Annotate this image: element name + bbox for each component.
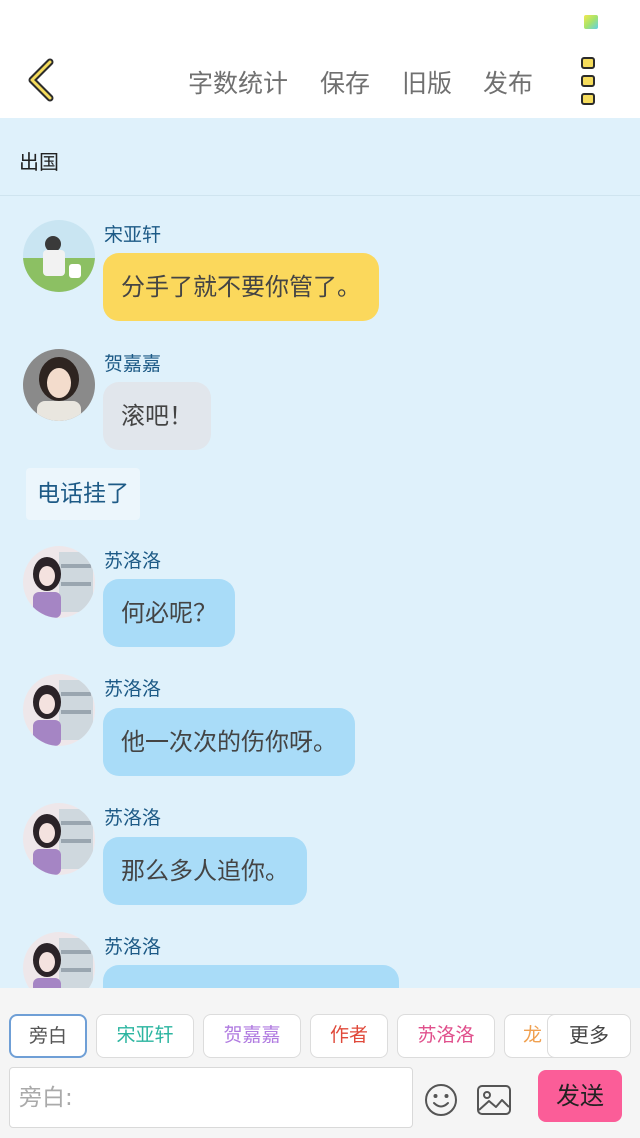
role-chip-suluoluo[interactable]: 苏洛洛 [397, 1014, 495, 1058]
sender-name: 苏洛洛 [104, 807, 162, 829]
avatar-suluoluo-image [23, 546, 95, 618]
chapter-title: 出国 [19, 150, 59, 174]
save-button[interactable]: 保存 [320, 64, 370, 100]
message-bubble[interactable] [103, 965, 399, 988]
avatar-suluoluo-image [23, 674, 95, 746]
avatar-hejiajia-image [23, 349, 95, 421]
sender-name: 贺嘉嘉 [104, 353, 162, 375]
avatar[interactable] [23, 932, 95, 988]
editor-header: 字数统计 保存 旧版 发布 [0, 42, 640, 118]
avatar[interactable] [23, 220, 95, 292]
status-bar [0, 0, 640, 42]
publish-button[interactable]: 发布 [483, 64, 533, 100]
back-arrow-icon [28, 58, 54, 102]
role-chip-songyaxuan[interactable]: 宋亚轩 [96, 1014, 194, 1058]
emoji-button[interactable] [424, 1083, 458, 1117]
chapter-title-bar[interactable]: 出国 [0, 118, 640, 196]
message-bubble[interactable]: 何必呢？ [103, 579, 235, 647]
sender-name: 苏洛洛 [104, 936, 162, 958]
message-bubble[interactable]: 那么多人追你。 [103, 837, 307, 905]
old-version-button[interactable]: 旧版 [402, 64, 452, 100]
sender-name: 宋亚轩 [104, 224, 162, 246]
chat-content[interactable]: 出国 宋亚轩 分手了就不要你管了。 贺嘉嘉 滚吧！ 电话挂了 苏洛洛 何必呢？ … [0, 118, 640, 988]
send-button[interactable]: 发送 [538, 1070, 622, 1122]
avatar[interactable] [23, 803, 95, 875]
avatar[interactable] [23, 546, 95, 618]
message-bubble[interactable]: 分手了就不要你管了。 [103, 253, 379, 321]
sender-name: 苏洛洛 [104, 678, 162, 700]
message-bubble[interactable]: 他一次次的伤你呀。 [103, 708, 355, 776]
avatar[interactable] [23, 349, 95, 421]
image-icon [477, 1085, 511, 1115]
avatar-songyaxuan-image [23, 220, 95, 292]
more-vertical-icon[interactable] [579, 57, 599, 105]
avatar-suluoluo-image [23, 803, 95, 875]
avatar[interactable] [23, 674, 95, 746]
role-chip-author[interactable]: 作者 [310, 1014, 388, 1058]
message-input[interactable] [9, 1067, 413, 1128]
role-selector: 旁白 宋亚轩 贺嘉嘉 作者 苏洛洛 龙 更多 [0, 1012, 640, 1060]
more-roles-button[interactable]: 更多 [547, 1014, 631, 1058]
narration-bubble[interactable]: 电话挂了 [26, 468, 140, 520]
composer-footer: 旁白 宋亚轩 贺嘉嘉 作者 苏洛洛 龙 更多 发送 [0, 988, 640, 1138]
role-chip-hejiajia[interactable]: 贺嘉嘉 [203, 1014, 301, 1058]
status-indicator-icon [584, 15, 598, 29]
image-button[interactable] [476, 1084, 512, 1116]
avatar-suluoluo-image [23, 932, 95, 988]
emoji-icon [425, 1084, 457, 1116]
word-count-button[interactable]: 字数统计 [188, 64, 288, 100]
role-chip-narration[interactable]: 旁白 [9, 1014, 87, 1058]
message-bubble[interactable]: 滚吧！ [103, 382, 211, 450]
back-button[interactable] [22, 56, 62, 104]
sender-name: 苏洛洛 [104, 550, 162, 572]
